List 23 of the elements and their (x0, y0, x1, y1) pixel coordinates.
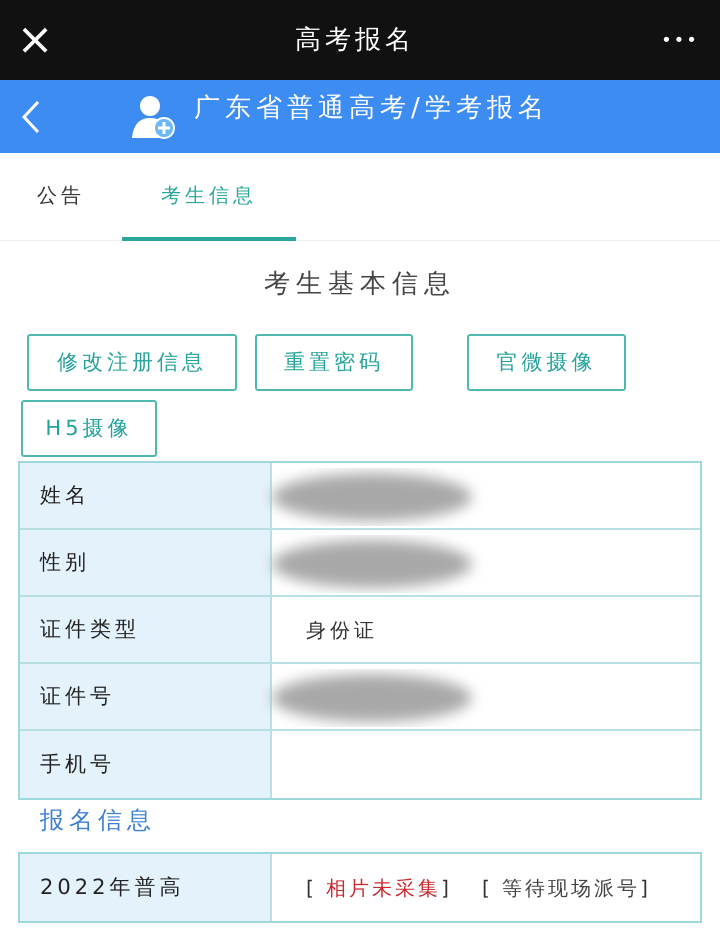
status-text: [ 等待现场派号] (482, 874, 651, 902)
close-button[interactable]: × (0, 17, 70, 63)
more-button[interactable]: ••• (640, 26, 720, 54)
field-label: 性别 (20, 530, 272, 595)
section-heading: 报名信息 (40, 805, 157, 836)
registration-label: 2022年普高 (20, 854, 272, 921)
field-value: 身份证 (306, 616, 378, 644)
action-button[interactable]: H5摄像 (21, 400, 157, 457)
header-title: 广东省普通高考/学考报名 (194, 92, 549, 125)
action-button[interactable]: 修改注册信息 (27, 334, 237, 391)
action-button[interactable]: 官微摄像 (467, 334, 626, 391)
tab[interactable]: 公告 (0, 153, 122, 241)
action-button[interactable]: 重置密码 (255, 334, 413, 391)
status-text: [ 相片未采集] (306, 874, 452, 902)
field-label: 手机号 (20, 731, 272, 798)
window-title: 高考报名 (295, 24, 415, 56)
field-label: 姓名 (20, 463, 272, 528)
field-label: 证件号 (20, 664, 272, 729)
field-label: 证件类型 (20, 597, 272, 662)
back-icon (20, 98, 42, 134)
user-add-icon (130, 94, 176, 140)
section-title: 考生基本信息 (263, 268, 457, 301)
tab[interactable]: 考生信息 (122, 153, 296, 241)
